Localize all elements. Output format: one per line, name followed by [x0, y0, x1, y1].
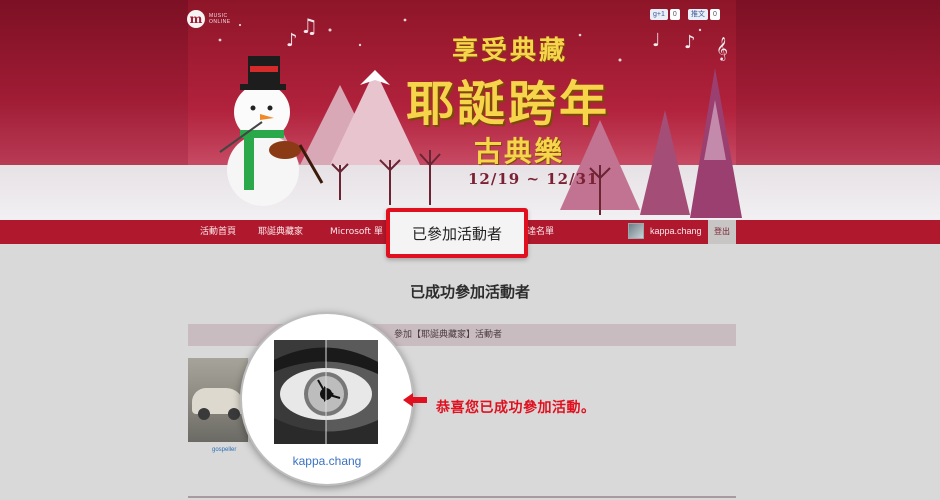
member-photo[interactable]	[188, 358, 248, 442]
member-name-link[interactable]: gospeller	[212, 447, 236, 453]
twitter-share[interactable]: 推文 0	[688, 9, 720, 20]
page-title: 已成功參加活動者	[409, 283, 530, 301]
success-message: 恭喜您已成功參加活動。	[436, 400, 596, 416]
nav-item-winners[interactable]: 達名單	[527, 220, 554, 244]
car-wheel	[198, 408, 210, 420]
tweet-count: 0	[710, 9, 720, 20]
zoom-username-link[interactable]: kappa.chang	[240, 454, 414, 468]
google-plus-count: 0	[669, 9, 680, 20]
logo-text-line2: ONLINE	[209, 19, 231, 25]
arrow-tail	[413, 397, 427, 403]
event-date-range: 12/19 ~ 12/31	[468, 170, 599, 188]
banner-title-line2: 耶誕跨年	[406, 76, 611, 132]
section-subheader-text: 參加【耶誕典藏家】活動者	[394, 330, 503, 340]
car-wheel	[228, 408, 240, 420]
user-avatar-large[interactable]	[274, 340, 378, 444]
google-plus-share[interactable]: g+1 0	[650, 9, 680, 20]
user-avatar	[628, 223, 644, 239]
logout-button[interactable]: 登出	[708, 220, 736, 244]
page: ♪ ♫ ♩ ♪ 𝄞 m MUSIC ONLINE g+1 0 推文 0 享受典藏…	[0, 0, 940, 500]
arrow-head	[403, 393, 413, 407]
tweet-button[interactable]: 推文	[688, 9, 708, 20]
nav-item-microsoft[interactable]: Microsoft 單	[330, 220, 383, 244]
nav-item-home[interactable]: 活動首頁	[200, 220, 236, 244]
nav-user[interactable]: kappa.chang	[628, 223, 702, 239]
music-note-icon: ♩	[652, 30, 661, 51]
banner-title-line3: 古典樂	[474, 135, 565, 168]
music-note-icon: ♪	[684, 32, 696, 53]
music-online-logo[interactable]: m MUSIC ONLINE	[187, 10, 231, 28]
logo-text: MUSIC ONLINE	[209, 13, 231, 25]
music-note-icon: ♪	[286, 30, 298, 51]
tab-participants-highlighted[interactable]: 已參加活動者	[386, 208, 528, 258]
google-plus-button[interactable]: g+1	[650, 9, 668, 20]
nav-item-collector[interactable]: 耶誕典藏家	[258, 220, 303, 244]
logo-mark-icon: m	[187, 10, 205, 28]
nav-username: kappa.chang	[650, 226, 702, 236]
divider	[188, 496, 736, 498]
music-note-icon: ♫	[300, 14, 318, 38]
event-banner: ♪ ♫ ♩ ♪ 𝄞 m MUSIC ONLINE g+1 0 推文 0 享受典藏…	[0, 0, 940, 220]
banner-title-line1: 享受典藏	[452, 36, 569, 66]
treble-clef-icon: 𝄞	[716, 36, 728, 60]
eye-clock-icon	[274, 340, 378, 444]
